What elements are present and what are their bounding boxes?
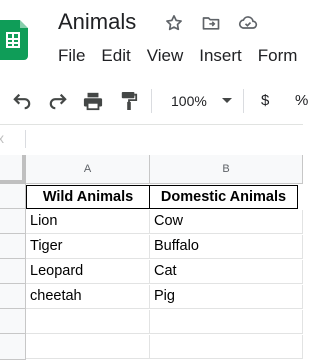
undo-icon[interactable] — [10, 90, 34, 112]
row-header[interactable] — [0, 309, 26, 334]
cell-a6[interactable] — [26, 310, 150, 334]
move-to-folder-icon[interactable] — [200, 12, 222, 34]
menu-bar: File Edit View Insert Form — [58, 46, 313, 66]
column-header-b[interactable]: B — [150, 155, 303, 184]
cell-a1[interactable]: Wild Animals — [26, 185, 150, 209]
row-header[interactable] — [0, 209, 26, 234]
print-icon[interactable] — [81, 90, 105, 112]
row-header[interactable] — [0, 334, 26, 360]
format-percent-button[interactable]: % — [295, 92, 308, 109]
google-sheets-logo-icon[interactable] — [0, 20, 28, 60]
cell-a2[interactable]: Lion — [26, 210, 150, 234]
cell-a7[interactable] — [26, 335, 150, 359]
toolbar: 100% $ % — [0, 82, 308, 120]
redo-icon[interactable] — [46, 90, 70, 112]
cloud-status-icon[interactable] — [237, 12, 259, 34]
row-header[interactable] — [0, 234, 26, 259]
cell-b4[interactable]: Cat — [150, 260, 303, 284]
row-header[interactable] — [0, 259, 26, 284]
cell-a4[interactable]: Leopard — [26, 260, 150, 284]
document-title[interactable]: Animals — [58, 9, 136, 35]
cell-a5[interactable]: cheetah — [26, 285, 150, 309]
toolbar-divider — [243, 89, 244, 113]
paint-format-icon[interactable] — [118, 90, 140, 112]
cell-b1[interactable]: Domestic Animals — [149, 185, 298, 209]
column-header-a[interactable]: A — [26, 155, 150, 184]
cell-b5[interactable]: Pig — [150, 285, 303, 309]
cell-b6[interactable] — [150, 310, 303, 334]
formula-bar: x — [0, 124, 303, 152]
cell-b3[interactable]: Buffalo — [150, 235, 303, 259]
select-all-corner[interactable] — [0, 155, 26, 184]
chevron-down-icon[interactable] — [222, 98, 232, 103]
row-header[interactable] — [0, 284, 26, 309]
toolbar-divider — [151, 89, 152, 113]
cell-a3[interactable]: Tiger — [26, 235, 150, 259]
format-currency-button[interactable]: $ — [261, 92, 269, 109]
menu-format[interactable]: Form — [258, 46, 298, 66]
spreadsheet-grid: A B Wild Animals Domestic Animals Lion C… — [0, 155, 303, 360]
zoom-select[interactable]: 100% — [171, 93, 207, 109]
menu-view[interactable]: View — [147, 46, 184, 66]
menu-edit[interactable]: Edit — [101, 46, 130, 66]
row-header[interactable] — [0, 184, 26, 209]
menu-insert[interactable]: Insert — [199, 46, 242, 66]
star-icon[interactable] — [163, 12, 185, 34]
cell-b7[interactable] — [150, 335, 303, 359]
cell-b2[interactable]: Cow — [150, 210, 303, 234]
fx-icon: x — [0, 130, 4, 146]
formula-divider — [25, 130, 26, 148]
menu-file[interactable]: File — [58, 46, 85, 66]
